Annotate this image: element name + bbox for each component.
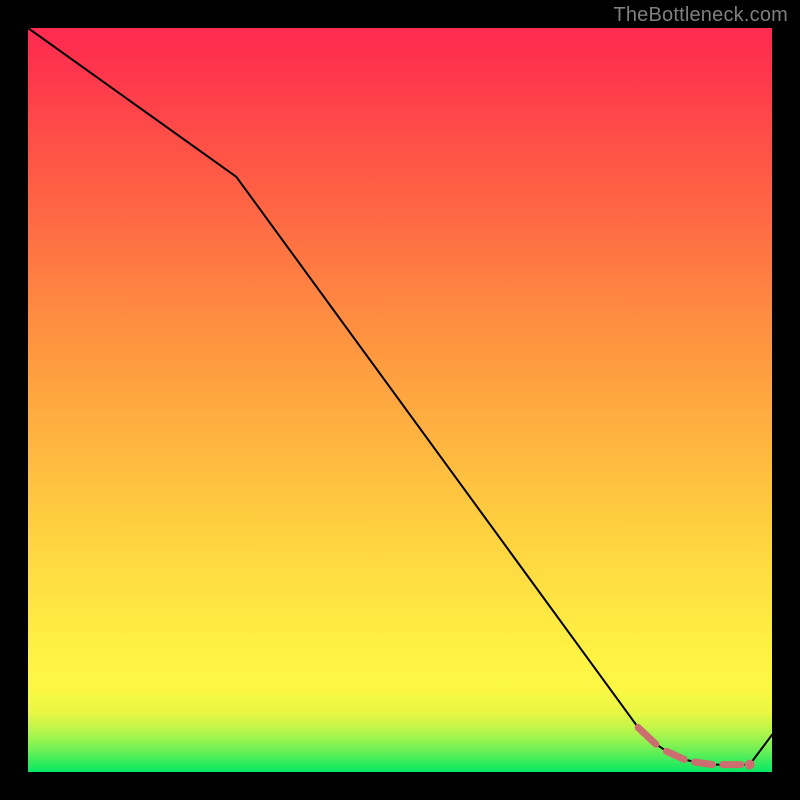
highlight-dashes xyxy=(638,727,741,764)
watermark-text: TheBottleneck.com xyxy=(613,4,788,27)
highlight-dot xyxy=(745,760,755,770)
bottleneck-curve xyxy=(28,28,772,765)
chart-stage: TheBottleneck.com xyxy=(0,0,800,800)
chart-svg xyxy=(28,28,772,772)
plot-area xyxy=(28,28,772,772)
